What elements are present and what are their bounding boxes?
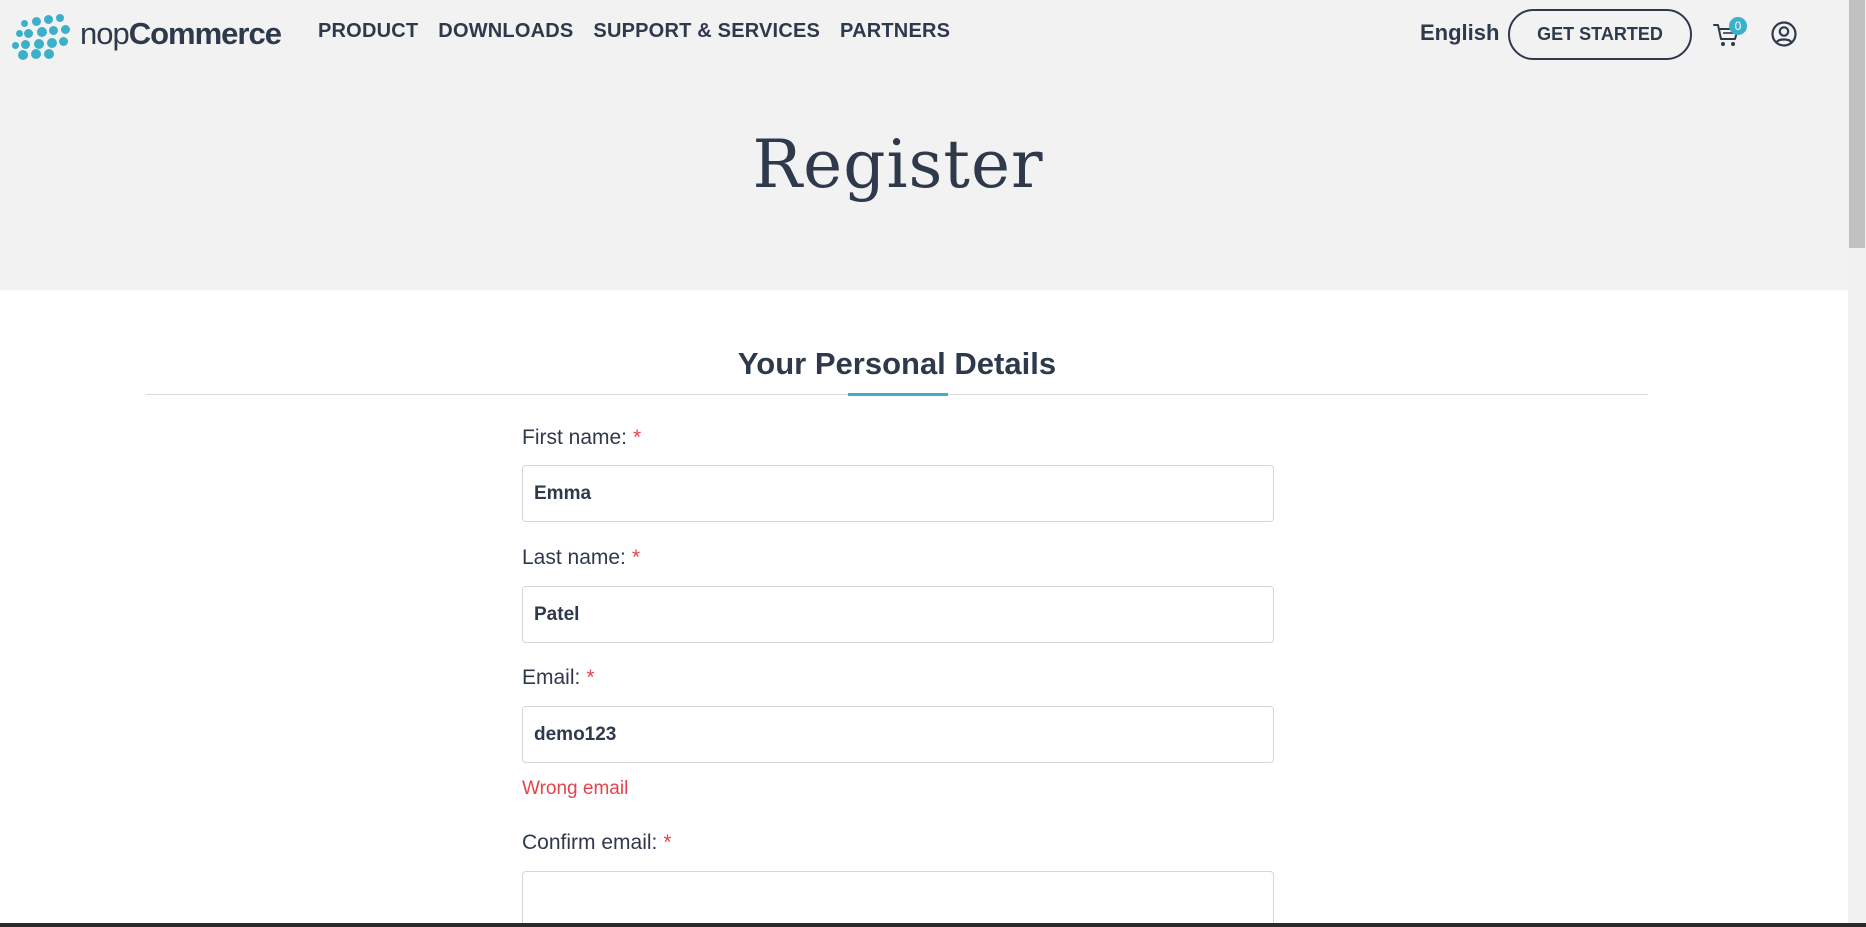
main-nav: PRODUCT DOWNLOADS SUPPORT & SERVICES PAR… [318, 20, 950, 43]
required-marker: * [663, 831, 672, 854]
nav-item-partners[interactable]: PARTNERS [840, 20, 950, 43]
window-bottom-edge [0, 923, 1866, 927]
first-name-label: First name: * [522, 426, 641, 450]
logo-wordmark: nopCommerce [80, 16, 282, 52]
confirm-email-label-text: Confirm email: [522, 831, 658, 854]
logo-dots-icon [10, 12, 72, 60]
site-header: nopCommerce PRODUCT DOWNLOADS SUPPORT & … [0, 0, 1848, 68]
last-name-label: Last name: * [522, 546, 640, 570]
email-label: Email: * [522, 666, 595, 690]
first-name-label-text: First name: [522, 426, 628, 449]
last-name-label-text: Last name: [522, 546, 626, 569]
logo-wordmark-bold: Commerce [128, 16, 282, 51]
get-started-button[interactable]: GET STARTED [1508, 9, 1692, 60]
user-circle-icon[interactable] [1770, 20, 1798, 48]
nav-item-product[interactable]: PRODUCT [318, 20, 418, 43]
last-name-input[interactable] [522, 586, 1274, 643]
confirm-email-label: Confirm email: * [522, 831, 672, 855]
email-label-text: Email: [522, 666, 581, 689]
confirm-email-input[interactable] [522, 871, 1274, 927]
first-name-input[interactable] [522, 465, 1274, 522]
section-title: Your Personal Details [737, 346, 1057, 381]
logo-wordmark-light: nop [80, 16, 130, 51]
language-selector[interactable]: English [1420, 20, 1499, 46]
nav-item-support-services[interactable]: SUPPORT & SERVICES [593, 20, 820, 43]
required-marker: * [633, 426, 642, 449]
email-input[interactable] [522, 706, 1274, 763]
required-marker: * [586, 666, 595, 689]
required-marker: * [631, 546, 641, 569]
page-hero: Register [0, 68, 1848, 290]
scrollbar-thumb[interactable] [1849, 0, 1865, 248]
email-error-message: Wrong email [522, 778, 629, 799]
nopcommerce-logo[interactable]: nopCommerce [10, 12, 282, 60]
nav-item-downloads[interactable]: DOWNLOADS [438, 20, 573, 43]
page-title: Register [752, 126, 1044, 203]
cart-count-badge: 0 [1729, 17, 1747, 35]
section-accent-underline [848, 393, 948, 396]
